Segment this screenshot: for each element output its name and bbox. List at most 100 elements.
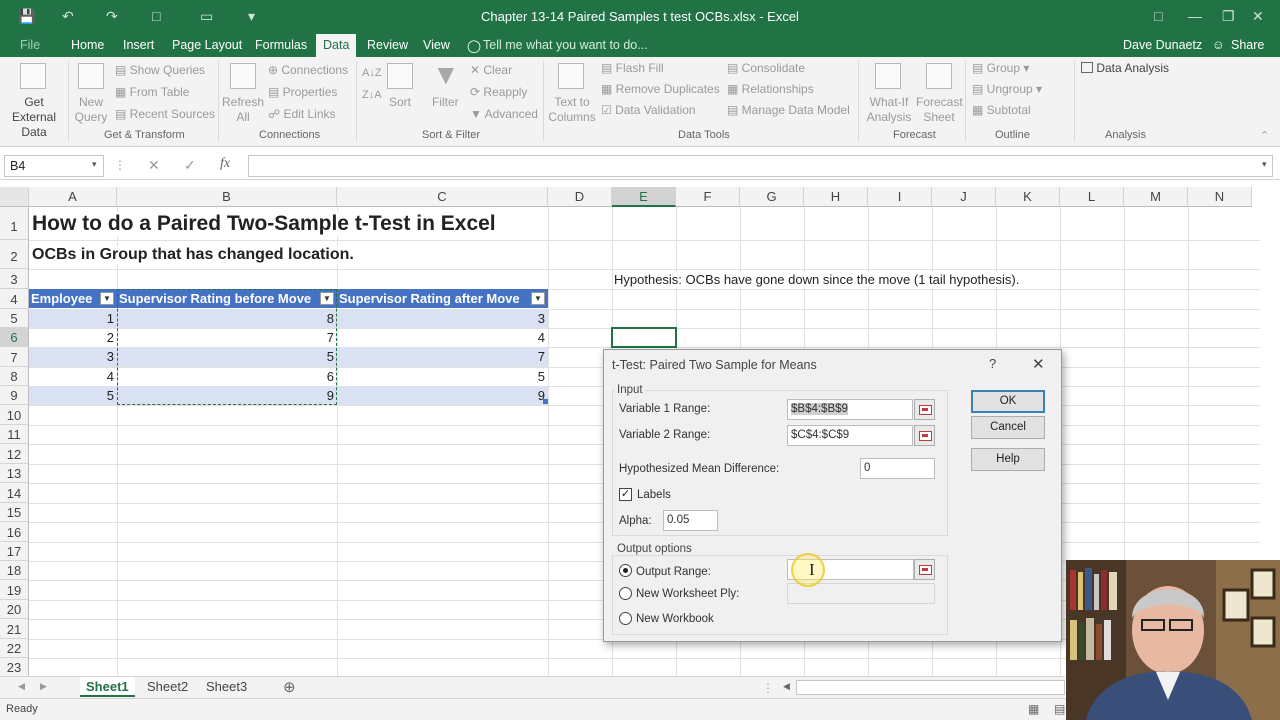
select-all-corner[interactable] — [0, 187, 29, 207]
col-header-i[interactable]: I — [868, 187, 932, 207]
connections-button[interactable]: ⊕ Connections — [268, 63, 348, 77]
help-button[interactable]: Help — [971, 448, 1045, 471]
output-range-picker-icon[interactable] — [914, 559, 935, 580]
horizontal-scrollbar[interactable] — [796, 680, 1065, 695]
ungroup-button[interactable]: ▤ Ungroup ▾ — [972, 82, 1042, 96]
data-analysis-button[interactable]: Data Analysis — [1081, 61, 1169, 75]
col-header-a[interactable]: A — [29, 187, 117, 207]
refresh-all-button[interactable]: Refresh All — [222, 95, 264, 125]
var1-range-input[interactable]: $B$4:$B$9 — [787, 399, 913, 420]
filter-dropdown-icon[interactable]: ▼ — [531, 292, 545, 305]
recent-sources-button[interactable]: ▤ Recent Sources — [115, 107, 215, 121]
manage-data-model-button[interactable]: ▤ Manage Data Model — [727, 103, 850, 117]
row-header-7[interactable]: 7 — [0, 347, 29, 367]
new-worksheet-radio[interactable] — [619, 587, 632, 600]
table-cell[interactable]: 9 — [337, 386, 548, 405]
col-header-e[interactable]: E — [612, 187, 676, 207]
expand-formula-bar-icon[interactable]: ▾ — [1262, 159, 1267, 170]
subtotal-button[interactable]: ▦ Subtotal — [972, 103, 1031, 117]
tab-review[interactable]: Review — [367, 38, 408, 52]
filter-dropdown-icon[interactable]: ▼ — [100, 292, 114, 305]
row-header-9[interactable]: 9 — [0, 386, 29, 405]
table-cell[interactable]: 7 — [337, 347, 548, 367]
table-header-after[interactable]: Supervisor Rating after Move ▼ — [337, 289, 548, 308]
col-header-c[interactable]: C — [337, 187, 548, 207]
forecast-sheet-button[interactable]: Forecast Sheet — [916, 95, 963, 125]
col-header-f[interactable]: F — [676, 187, 740, 207]
table-cell[interactable]: 2 — [29, 328, 117, 347]
scroll-left-icon[interactable]: ◀ — [18, 681, 25, 692]
clear-button[interactable]: ✕ Clear — [470, 63, 512, 77]
add-sheet-icon[interactable]: ⊕ — [283, 678, 296, 696]
table-cell[interactable]: 4 — [29, 367, 117, 386]
sort-button[interactable]: Sort — [389, 95, 411, 109]
tab-formulas[interactable]: Formulas — [255, 38, 307, 52]
name-box-dropdown-icon[interactable]: ▾ — [92, 159, 97, 170]
remove-duplicates-button[interactable]: ▦ Remove Duplicates — [601, 82, 720, 96]
table-cell[interactable]: 1 — [29, 309, 117, 328]
row-header-19[interactable]: 19 — [0, 580, 29, 600]
table-cell[interactable]: 4 — [337, 328, 548, 347]
row-header-15[interactable]: 15 — [0, 503, 29, 522]
row-header-4[interactable]: 4 — [0, 289, 29, 309]
col-header-n[interactable]: N — [1188, 187, 1252, 207]
col-header-l[interactable]: L — [1060, 187, 1124, 207]
tab-insert[interactable]: Insert — [123, 38, 154, 52]
labels-checkbox[interactable]: ✓ — [619, 488, 632, 501]
table-header-employee[interactable]: Employee ▼ — [29, 289, 117, 308]
get-external-data-button[interactable]: Get External Data — [2, 95, 66, 140]
properties-button[interactable]: ▤ Properties — [268, 85, 337, 99]
row-header-22[interactable]: 22 — [0, 639, 29, 658]
tell-me-box[interactable]: Tell me what you want to do... — [483, 38, 648, 52]
table-resize-handle[interactable] — [543, 399, 548, 404]
tab-file[interactable]: File — [20, 38, 40, 52]
col-header-g[interactable]: G — [740, 187, 804, 207]
row-header-17[interactable]: 17 — [0, 542, 29, 561]
col-header-b[interactable]: B — [117, 187, 337, 207]
name-box[interactable]: B4 — [4, 155, 104, 177]
minimize-icon[interactable]: — — [1188, 8, 1202, 24]
active-cell-e6[interactable] — [611, 327, 677, 348]
row-header-13[interactable]: 13 — [0, 464, 29, 483]
sheet-tab-sheet2[interactable]: Sheet2 — [141, 677, 194, 697]
sheet-tab-sheet3[interactable]: Sheet3 — [200, 677, 253, 697]
advanced-button[interactable]: ▼ Advanced — [470, 107, 538, 121]
row-header-18[interactable]: 18 — [0, 561, 29, 580]
col-header-j[interactable]: J — [932, 187, 996, 207]
edit-links-button[interactable]: ☍ Edit Links — [268, 107, 336, 121]
hscroll-left-icon[interactable]: ◀ — [783, 681, 790, 692]
row-header-6[interactable]: 6 — [0, 328, 29, 347]
share-button[interactable]: Share — [1231, 38, 1264, 52]
consolidate-button[interactable]: ▤ Consolidate — [727, 61, 805, 75]
formula-input[interactable] — [248, 155, 1273, 177]
tab-split-grip-icon[interactable]: ⋮ — [762, 681, 774, 695]
scroll-right-icon[interactable]: ▶ — [40, 681, 47, 692]
row-header-1[interactable]: 1 — [0, 207, 29, 240]
show-queries-button[interactable]: ▤ Show Queries — [115, 63, 205, 77]
ribbon-display-icon[interactable]: □ — [1154, 8, 1162, 24]
filter-button[interactable]: Filter — [432, 95, 459, 109]
from-table-button[interactable]: ▦ From Table — [115, 85, 189, 99]
hypothesis-cell[interactable]: Hypothesis: OCBs have gone down since th… — [614, 272, 1020, 287]
help-icon[interactable]: ? — [989, 356, 996, 371]
row-header-21[interactable]: 21 — [0, 619, 29, 639]
tab-data[interactable]: Data — [316, 34, 357, 57]
var1-range-picker-icon[interactable] — [914, 399, 935, 420]
normal-view-icon[interactable]: ▦ — [1028, 702, 1039, 716]
col-header-h[interactable]: H — [804, 187, 868, 207]
insert-function-icon[interactable]: fx — [220, 156, 230, 172]
what-if-analysis-button[interactable]: What-If Analysis — [862, 95, 916, 125]
var2-range-input[interactable]: $C$4:$C$9 — [787, 425, 913, 446]
tab-view[interactable]: View — [423, 38, 450, 52]
row-header-16[interactable]: 16 — [0, 522, 29, 542]
row-header-5[interactable]: 5 — [0, 309, 29, 328]
collapse-ribbon-icon[interactable]: ⌃ — [1260, 129, 1269, 142]
tab-home[interactable]: Home — [71, 38, 104, 52]
user-name[interactable]: Dave Dunaetz — [1123, 38, 1202, 52]
row-header-8[interactable]: 8 — [0, 367, 29, 386]
row-header-14[interactable]: 14 — [0, 483, 29, 503]
page-layout-view-icon[interactable]: ▤ — [1054, 702, 1065, 716]
row-header-3[interactable]: 3 — [0, 269, 29, 289]
hyp-mean-input[interactable]: 0 — [860, 458, 935, 479]
tab-page-layout[interactable]: Page Layout — [172, 38, 242, 52]
